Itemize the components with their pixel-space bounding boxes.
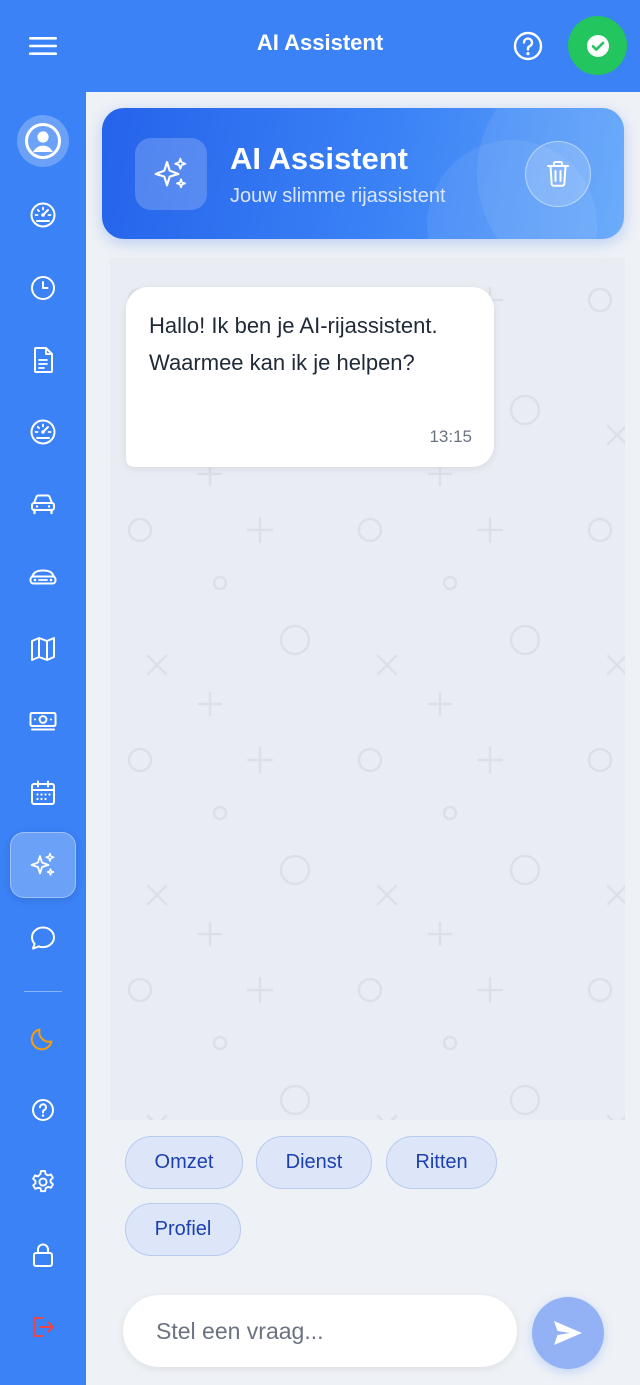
chat-area: Hallo! Ik ben je AI-rijassistent. Waarme…	[110, 258, 625, 1120]
sidebar-item-dashboard[interactable]	[10, 182, 76, 248]
assistant-avatar	[135, 138, 207, 210]
document-icon	[34, 347, 53, 373]
sidebar-item-taxi[interactable]	[10, 544, 76, 610]
sidebar-item-lock[interactable]	[10, 1222, 76, 1288]
message-timestamp: 13:15	[429, 427, 472, 446]
assistant-title: AI Assistent	[230, 141, 409, 176]
sidebar-item-map[interactable]	[10, 616, 76, 682]
logout-icon	[33, 1317, 54, 1337]
sidebar-item-help[interactable]	[10, 1077, 76, 1143]
sidebar-item-settings[interactable]	[10, 1149, 76, 1215]
cash-icon	[29, 712, 57, 731]
map-icon	[31, 637, 55, 661]
sidebar-item-speed[interactable]	[10, 399, 76, 465]
sidebar	[0, 92, 86, 1385]
check-circle-icon	[586, 34, 609, 57]
hamburger-icon	[29, 37, 57, 55]
chat-bubble-icon	[31, 926, 55, 950]
quick-reply-ritten[interactable]: Ritten	[386, 1136, 497, 1189]
moon-icon	[30, 1028, 53, 1051]
sidebar-divider	[24, 991, 62, 992]
message-input[interactable]	[123, 1295, 517, 1367]
sidebar-item-history[interactable]	[10, 255, 76, 321]
assistant-subtitle: Jouw slimme rijassistent	[230, 185, 446, 207]
question-circle-icon	[513, 31, 543, 61]
quick-reply-omzet[interactable]: Omzet	[125, 1136, 243, 1189]
send-icon	[554, 1321, 582, 1345]
trash-icon	[547, 161, 569, 187]
sparkles-icon	[30, 852, 55, 876]
quick-reply-dienst[interactable]: Dienst	[256, 1136, 372, 1189]
clock-icon	[31, 276, 55, 300]
assistant-message-bubble: Hallo! Ik ben je AI-rijassistent. Waarme…	[126, 287, 494, 467]
quick-reply-profiel[interactable]: Profiel	[125, 1203, 241, 1256]
sidebar-item-logout[interactable]	[10, 1294, 76, 1360]
sidebar-item-calendar[interactable]	[10, 760, 76, 826]
clear-chat-button[interactable]	[525, 141, 591, 207]
menu-button[interactable]	[24, 30, 62, 62]
send-button[interactable]	[532, 1297, 604, 1369]
question-circle-icon	[32, 1099, 54, 1121]
speedometer-icon	[30, 202, 56, 228]
user-circle-icon	[25, 123, 61, 159]
sidebar-item-money[interactable]	[10, 688, 76, 754]
sidebar-item-dark-mode[interactable]	[10, 1005, 76, 1071]
calendar-icon	[31, 780, 55, 805]
car-front-icon	[29, 569, 57, 585]
assistant-header-card: AI Assistent Jouw slimme rijassistent	[102, 108, 624, 239]
sidebar-item-car[interactable]	[10, 471, 76, 537]
lock-icon	[33, 1243, 53, 1267]
sidebar-item-profile[interactable]	[17, 115, 69, 167]
sidebar-item-chat[interactable]	[10, 905, 76, 971]
sidebar-item-ai-assistant[interactable]	[10, 832, 76, 898]
message-text: Hallo! Ik ben je AI-rijassistent. Waarme…	[149, 313, 438, 375]
car-icon	[31, 494, 55, 515]
gauge-icon	[30, 419, 56, 445]
sparkles-icon	[154, 157, 187, 189]
sidebar-item-documents[interactable]	[10, 327, 76, 393]
top-bar: AI Assistent	[0, 0, 640, 92]
status-button[interactable]	[568, 16, 627, 75]
gear-icon	[32, 1170, 54, 1193]
help-button[interactable]	[508, 26, 548, 66]
message-input-wrapper	[123, 1295, 517, 1367]
